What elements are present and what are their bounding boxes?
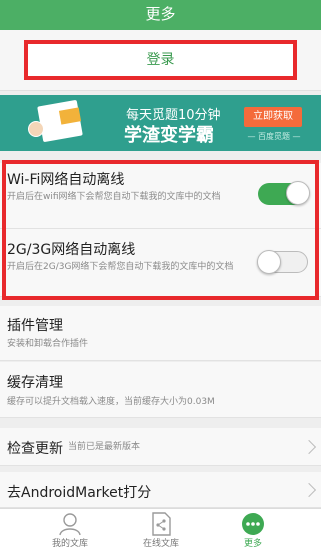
tab-online-library[interactable]: 在线文库 xyxy=(111,509,211,551)
document-share-icon xyxy=(152,512,171,536)
plugin-management-row[interactable]: 插件管理 安装和卸载合作插件 xyxy=(0,306,321,361)
rate-app-title: 去AndroidMarket打分 xyxy=(7,485,152,501)
plugin-management-title: 插件管理 xyxy=(7,318,63,334)
tab-more-label: 更多 xyxy=(243,539,262,549)
banner-brand: — 百度觅题 — xyxy=(247,132,301,141)
promo-banner[interactable]: 每天觅题10分钟 学渣变学霸 立即获取 — 百度觅题 — xyxy=(0,95,321,151)
banner-line2: 学渣变学霸 xyxy=(124,125,214,146)
banner-cta-button[interactable]: 立即获取 xyxy=(244,107,302,127)
check-update-status: 当前已是最新版本 xyxy=(68,442,141,452)
plugin-management-desc: 安装和卸载合作插件 xyxy=(7,339,89,349)
chevron-right-icon xyxy=(301,482,317,498)
chevron-right-icon xyxy=(301,439,317,455)
cache-clear-row[interactable]: 缓存清理 缓存可以提升文档载入速度，当前缓存大小为0.03M xyxy=(0,362,321,418)
tab-my-library[interactable]: 我的文库 xyxy=(20,509,120,551)
page-title: 更多 xyxy=(0,0,321,30)
bottom-tab-bar: 我的文库 在线文库 更多 xyxy=(0,508,321,551)
tab-more[interactable]: 更多 xyxy=(203,509,303,551)
login-section: 登录 xyxy=(0,30,321,91)
highlight-frame xyxy=(2,160,319,300)
check-update-title: 检查更新 xyxy=(7,441,63,457)
tab-online-library-label: 在线文库 xyxy=(142,539,179,549)
check-update-row[interactable]: 检查更新 当前已是最新版本 xyxy=(0,428,321,466)
login-button[interactable]: 登录 xyxy=(24,40,297,80)
person-icon xyxy=(59,513,81,536)
rate-app-row[interactable]: 去AndroidMarket打分 xyxy=(0,472,321,508)
cache-clear-desc: 缓存可以提升文档载入速度，当前缓存大小为0.03M xyxy=(7,397,215,407)
more-icon xyxy=(242,513,264,535)
tab-my-library-label: 我的文库 xyxy=(51,539,88,549)
banner-avatar xyxy=(28,121,44,137)
cache-clear-title: 缓存清理 xyxy=(7,375,63,391)
